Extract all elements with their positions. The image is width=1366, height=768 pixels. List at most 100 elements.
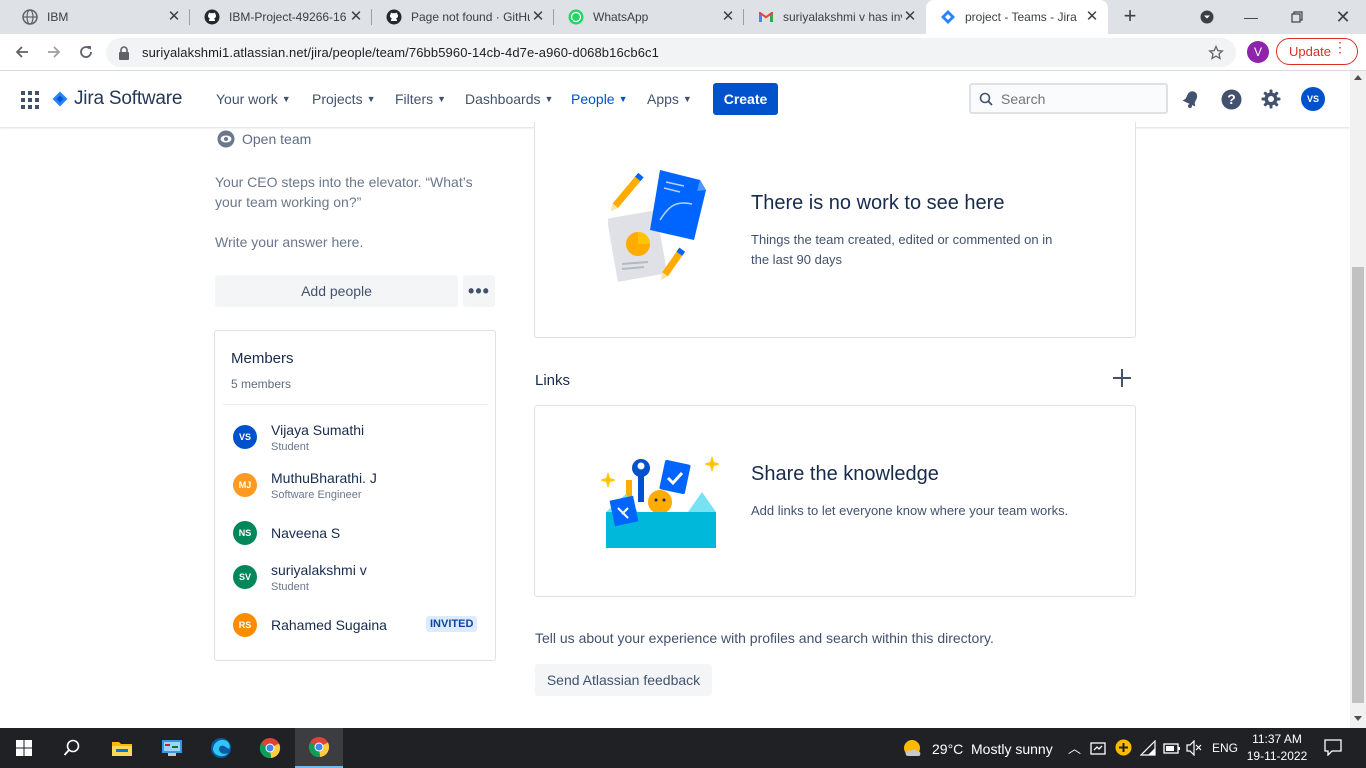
- member-row[interactable]: MJ MuthuBharathi. J Software Engineer: [233, 467, 483, 503]
- profile-avatar[interactable]: VS: [1301, 87, 1325, 111]
- restore-button[interactable]: [1274, 0, 1320, 34]
- weather-temp[interactable]: 29°C: [932, 741, 963, 757]
- eye-icon: [217, 130, 235, 148]
- close-window-button[interactable]: ✕: [1320, 0, 1366, 34]
- nav-your-work[interactable]: Your work ▼: [216, 71, 291, 127]
- nav-label: Apps: [647, 91, 679, 107]
- member-row[interactable]: VS Vijaya Sumathi Student: [233, 419, 483, 455]
- kebab-menu-icon[interactable]: ⋮: [1333, 40, 1347, 54]
- tray-plus-icon[interactable]: [1115, 739, 1132, 761]
- chevron-down-icon: ▼: [618, 94, 628, 104]
- forward-button[interactable]: [41, 39, 67, 65]
- clock-date[interactable]: 19-11-2022: [1244, 749, 1310, 763]
- tab-title: project - Teams - Jira: [965, 10, 1077, 24]
- address-bar[interactable]: suriyalakshmi1.atlassian.net/jira/people…: [106, 38, 1236, 67]
- browser-tab-github-404[interactable]: Page not found · GitHu ✕: [372, 0, 554, 34]
- chevron-up-icon[interactable]: ︿: [1068, 738, 1081, 757]
- nav-apps[interactable]: Apps ▼: [647, 71, 692, 127]
- weather-description[interactable]: Mostly sunny: [971, 741, 1053, 757]
- nav-label: Dashboards: [465, 91, 541, 107]
- browser-tab-ibm[interactable]: IBM ✕: [8, 0, 190, 34]
- speaker-muted-icon[interactable]: [1186, 739, 1202, 761]
- invited-badge: INVITED: [426, 616, 478, 632]
- team-description-input[interactable]: Write your answer here.: [215, 232, 363, 252]
- documents-illustration: [606, 168, 712, 297]
- create-button[interactable]: Create: [713, 83, 778, 115]
- help-icon[interactable]: ?: [1219, 87, 1243, 111]
- browser-toolbar: suriyalakshmi1.atlassian.net/jira/people…: [0, 34, 1366, 71]
- notification-center-icon[interactable]: [1324, 738, 1342, 761]
- taskbar-search-icon[interactable]: [48, 728, 96, 768]
- globe-icon: [22, 9, 38, 25]
- chevron-down-icon: [1200, 10, 1214, 24]
- close-icon[interactable]: ✕: [902, 9, 918, 25]
- product-name: Jira Software: [74, 88, 183, 109]
- close-icon[interactable]: ✕: [166, 9, 182, 25]
- chevron-down-icon: ▼: [544, 94, 554, 104]
- jira-logo[interactable]: Jira Software: [52, 88, 182, 110]
- member-row[interactable]: NS Naveena S: [233, 515, 483, 551]
- wifi-icon[interactable]: [1139, 739, 1156, 761]
- search-field[interactable]: [969, 83, 1168, 114]
- nav-filters[interactable]: Filters ▼: [395, 71, 446, 127]
- more-actions-button[interactable]: •••: [463, 275, 495, 307]
- chrome-active-icon[interactable]: [295, 728, 343, 768]
- edge-browser-icon[interactable]: [197, 728, 245, 768]
- control-panel-icon[interactable]: [148, 728, 196, 768]
- nav-projects[interactable]: Projects ▼: [312, 71, 376, 127]
- tab-search-button[interactable]: [1184, 0, 1230, 34]
- language-indicator[interactable]: ENG: [1212, 741, 1238, 755]
- weather-sunny-icon[interactable]: [902, 738, 926, 763]
- nav-label: Projects: [312, 91, 363, 107]
- page-scrollbar[interactable]: [1350, 71, 1366, 728]
- scroll-down-arrow-icon[interactable]: [1354, 716, 1362, 721]
- back-button[interactable]: [9, 39, 35, 65]
- close-icon[interactable]: ✕: [1084, 9, 1100, 25]
- restore-icon: [1291, 11, 1303, 23]
- browser-tab-github-project[interactable]: IBM-Project-49266-16 ✕: [190, 0, 372, 34]
- send-feedback-button[interactable]: Send Atlassian feedback: [535, 664, 712, 696]
- member-role: Student: [271, 441, 309, 453]
- browser-profile-avatar[interactable]: V: [1247, 41, 1269, 63]
- nav-label: People: [571, 91, 615, 107]
- nav-people[interactable]: People ▼: [571, 71, 628, 127]
- app-switcher-icon[interactable]: [21, 91, 39, 109]
- battery-icon[interactable]: [1163, 740, 1181, 761]
- browser-tab-jira[interactable]: project - Teams - Jira ✕: [926, 0, 1108, 34]
- feedback-prompt: Tell us about your experience with profi…: [535, 630, 994, 646]
- bookmark-star-icon: [1208, 45, 1224, 60]
- add-link-button[interactable]: [1110, 368, 1134, 392]
- scroll-up-arrow-icon[interactable]: [1354, 75, 1362, 80]
- browser-update-button[interactable]: Update ⋮: [1276, 38, 1358, 65]
- tab-title: IBM: [47, 10, 69, 24]
- scrollbar-thumb[interactable]: [1352, 267, 1364, 703]
- member-row[interactable]: SV suriyalakshmi v Student: [233, 559, 483, 595]
- close-icon[interactable]: ✕: [720, 9, 736, 25]
- settings-gear-icon[interactable]: [1259, 87, 1283, 111]
- search-input[interactable]: [1001, 90, 1151, 107]
- tray-app-icon[interactable]: [1090, 740, 1106, 761]
- close-icon[interactable]: ✕: [530, 9, 546, 25]
- avatar: VS: [233, 425, 257, 449]
- close-icon[interactable]: ✕: [348, 9, 364, 25]
- lock-icon: [119, 45, 129, 60]
- chrome-icon[interactable]: [246, 728, 294, 768]
- member-name: Naveena S: [271, 525, 341, 541]
- members-count: 5 members: [231, 377, 292, 391]
- new-tab-button[interactable]: +: [1118, 5, 1142, 29]
- reload-button[interactable]: [73, 39, 99, 65]
- browser-tab-whatsapp[interactable]: WhatsApp ✕: [554, 0, 744, 34]
- clock-time[interactable]: 11:37 AM: [1244, 732, 1310, 746]
- windows-start-icon[interactable]: [0, 728, 48, 768]
- add-people-button[interactable]: Add people: [215, 275, 458, 307]
- minimize-button[interactable]: —: [1228, 0, 1274, 34]
- nav-dashboards[interactable]: Dashboards ▼: [465, 71, 553, 127]
- chevron-down-icon: ▼: [437, 94, 447, 104]
- member-name: MuthuBharathi. J: [271, 470, 377, 486]
- browser-tab-gmail[interactable]: suriyalakshmi v has inv ✕: [744, 0, 926, 34]
- team-description-prompt[interactable]: Your CEO steps into the elevator. “What’…: [215, 172, 485, 212]
- members-title: Members: [231, 350, 294, 367]
- file-explorer-icon[interactable]: [98, 728, 146, 768]
- avatar: RS: [233, 613, 257, 637]
- notifications-icon[interactable]: [1179, 87, 1203, 111]
